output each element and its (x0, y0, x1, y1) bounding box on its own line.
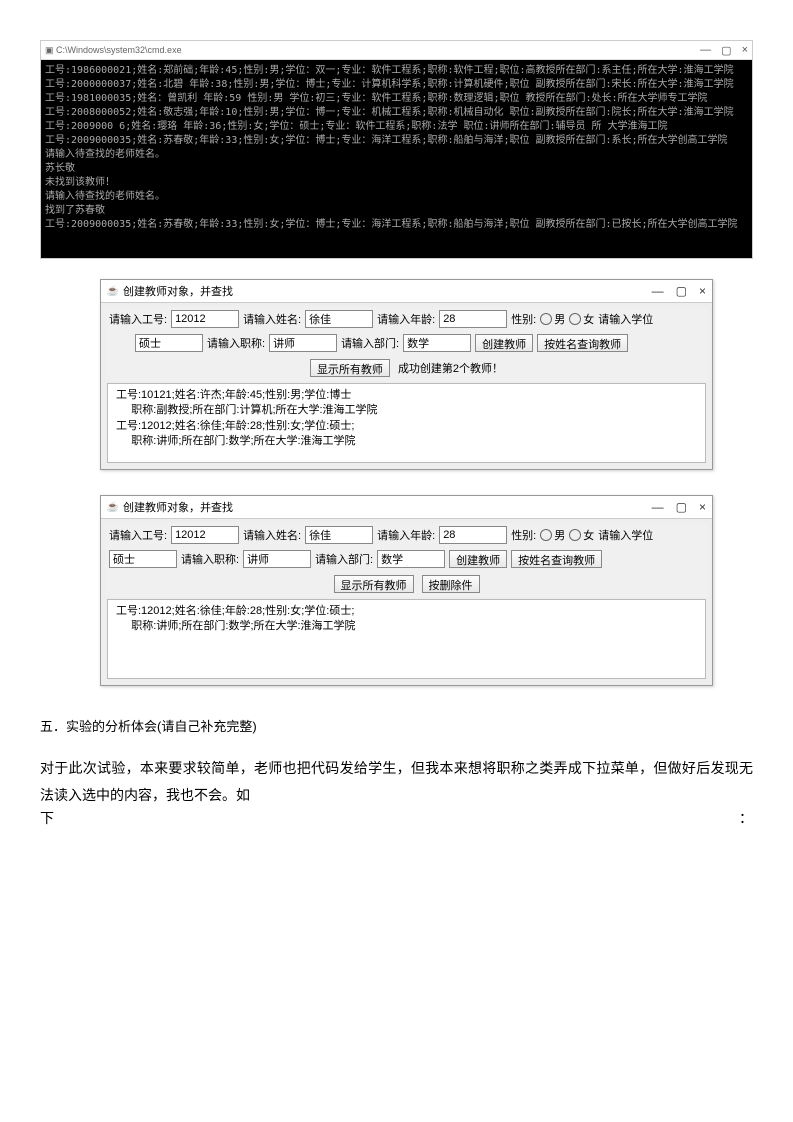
cmd-title: C:\Windows\system32\cmd.exe (56, 45, 182, 55)
java-titlebar-2: ☕ 创建教师对象，并查找 — ▢ × (101, 496, 712, 519)
java-icon: ☕ (107, 501, 119, 513)
window-title: 创建教师对象，并查找 (123, 283, 233, 299)
input-dept[interactable] (403, 334, 471, 352)
create-teacher-button[interactable]: 创建教师 (449, 550, 507, 568)
label-degree: 请输入学位 (598, 311, 653, 327)
input-age[interactable] (439, 310, 507, 328)
input-name[interactable] (305, 310, 373, 328)
input-degree[interactable] (135, 334, 203, 352)
minimize-button[interactable]: — (652, 284, 664, 298)
cmd-titlebar: ▣ C:\Windows\system32\cmd.exe — ▢ × (41, 41, 752, 60)
label-name: 请输入姓名: (243, 527, 301, 543)
label-degree: 请输入学位 (598, 527, 653, 543)
input-name[interactable] (305, 526, 373, 544)
last-right: ： (739, 808, 753, 828)
java-icon: ☕ (107, 285, 119, 297)
search-by-name-button[interactable]: 按姓名查询教师 (537, 334, 628, 352)
cmd-title-row: ▣ C:\Windows\system32\cmd.exe (45, 45, 182, 56)
label-male: 男 (554, 527, 565, 543)
input-zhicheng[interactable] (269, 334, 337, 352)
maximize-button[interactable]: ▢ (676, 284, 687, 298)
result-area-1: 工号:10121;姓名:许杰;年龄:45;性别:男;学位:博士 职称:副教授;所… (107, 383, 706, 463)
label-dept: 请输入部门: (341, 335, 399, 351)
maximize-button[interactable]: ▢ (676, 500, 687, 514)
radio-male[interactable] (540, 529, 552, 541)
java-window-1: ☕ 创建教师对象，并查找 — ▢ × 请输入工号: 请输入姓名: 请输入年龄: … (100, 279, 713, 470)
label-female: 女 (583, 311, 594, 327)
maximize-button[interactable]: ▢ (721, 44, 731, 57)
window-title: 创建教师对象，并查找 (123, 499, 233, 515)
label-gender: 性别: (511, 311, 536, 327)
input-degree[interactable] (109, 550, 177, 568)
label-name: 请输入姓名: (243, 311, 301, 327)
close-button[interactable]: × (699, 284, 706, 298)
input-id[interactable] (171, 526, 239, 544)
input-age[interactable] (439, 526, 507, 544)
java-window-2: ☕ 创建教师对象，并查找 — ▢ × 请输入工号: 请输入姓名: 请输入年龄: … (100, 495, 713, 686)
minimize-button[interactable]: — (700, 44, 711, 57)
cmd-icon: ▣ (45, 45, 54, 55)
label-age: 请输入年龄: (377, 527, 435, 543)
label-id: 请输入工号: (109, 311, 167, 327)
minimize-button[interactable]: — (652, 500, 664, 514)
radio-female[interactable] (569, 313, 581, 325)
label-id: 请输入工号: (109, 527, 167, 543)
input-id[interactable] (171, 310, 239, 328)
input-dept[interactable] (377, 550, 445, 568)
cmd-window: ▣ C:\Windows\system32\cmd.exe — ▢ × 工号:1… (40, 40, 753, 259)
label-female: 女 (583, 527, 594, 543)
label-zhicheng: 请输入职称: (181, 551, 239, 567)
label-age: 请输入年龄: (377, 311, 435, 327)
show-all-button[interactable]: 显示所有教师 (310, 359, 390, 377)
last-left: 下 (40, 808, 54, 828)
create-teacher-button[interactable]: 创建教师 (475, 334, 533, 352)
cmd-output: 工号:1986000021;姓名:郑前础;年龄:45;性别:男;学位：双一;专业… (41, 60, 752, 258)
label-dept: 请输入部门: (315, 551, 373, 567)
input-zhicheng[interactable] (243, 550, 311, 568)
analysis-paragraph: 对于此次试验，本来要求较简单，老师也把代码发给学生，但我本来想将职称之类弄成下拉… (40, 755, 753, 808)
status-text: 成功创建第2个教师！ (398, 360, 503, 376)
analysis-last-line: 下 ： (40, 808, 753, 828)
delete-button[interactable]: 按删除件 (422, 575, 480, 593)
radio-female[interactable] (569, 529, 581, 541)
section-5-title: 五．实验的分析体会(请自己补充完整) (40, 716, 753, 735)
result-area-2: 工号:12012;姓名:徐佳;年龄:28;性别:女;学位:硕士; 职称:讲师;所… (107, 599, 706, 679)
label-zhicheng: 请输入职称: (207, 335, 265, 351)
search-by-name-button[interactable]: 按姓名查询教师 (511, 550, 602, 568)
close-button[interactable]: × (742, 44, 748, 57)
label-male: 男 (554, 311, 565, 327)
close-button[interactable]: × (699, 500, 706, 514)
java-titlebar-1: ☕ 创建教师对象，并查找 — ▢ × (101, 280, 712, 303)
label-gender: 性别: (511, 527, 536, 543)
radio-male[interactable] (540, 313, 552, 325)
show-all-button[interactable]: 显示所有教师 (334, 575, 414, 593)
